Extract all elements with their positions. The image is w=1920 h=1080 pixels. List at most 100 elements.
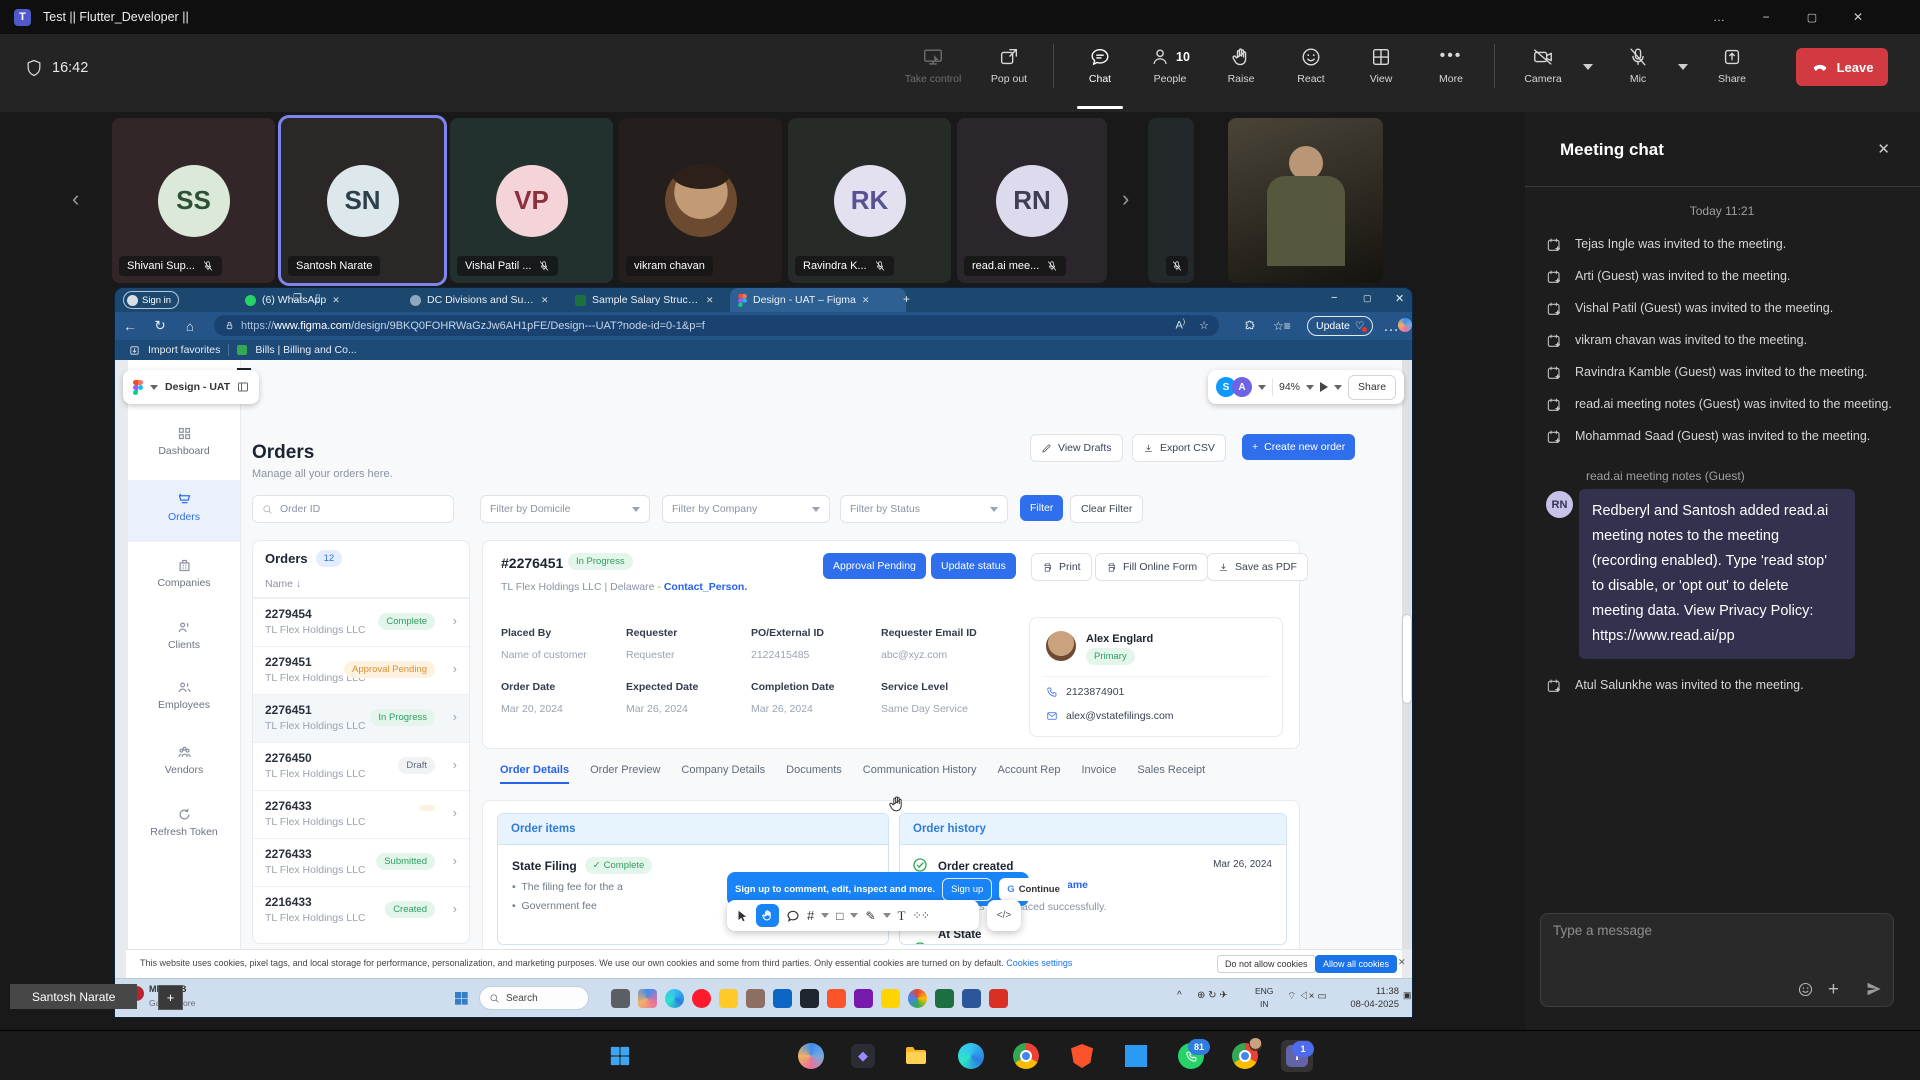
filter-domicile-select[interactable]: Filter by Domicile xyxy=(480,495,650,523)
dev-mode-toggle[interactable]: </> xyxy=(987,900,1021,931)
tab-invoice[interactable]: Invoice xyxy=(1081,764,1116,784)
share-label-expand-icon[interactable]: + xyxy=(158,985,183,1010)
cookies-settings-link[interactable]: Cookies settings xyxy=(1006,958,1072,968)
figma-file-menu[interactable]: Design - UAT xyxy=(123,370,259,404)
leave-button[interactable]: Leave xyxy=(1796,48,1888,86)
chat-close-icon[interactable]: ✕ xyxy=(1877,140,1890,158)
inner-status-icons[interactable]: ⌔ ◁× ▭ xyxy=(1287,990,1327,1003)
name-column-header[interactable]: Name ↓ xyxy=(253,576,469,598)
refresh-icon[interactable]: ↻ xyxy=(145,318,175,334)
whatsapp-icon[interactable]: 81 xyxy=(1175,1040,1207,1072)
sidebar-item-orders[interactable]: Orders xyxy=(128,492,240,523)
pen-tool-icon[interactable]: ✎ xyxy=(865,909,875,923)
chevron-down-icon[interactable] xyxy=(1334,385,1342,390)
tab-account-rep[interactable]: Account Rep xyxy=(998,764,1061,784)
browser-tab[interactable]: DC Divisions and Surroundings✕ xyxy=(402,288,568,312)
chrome-profile-icon[interactable] xyxy=(1229,1040,1261,1072)
app-icon-dark[interactable]: ◆ xyxy=(847,1040,879,1072)
tab-close-icon[interactable]: ✕ xyxy=(862,295,870,306)
inner-language-indicator[interactable]: ENGIN xyxy=(1255,985,1273,1011)
pdf-app-icon[interactable] xyxy=(989,989,1008,1008)
brave-app-icon[interactable] xyxy=(827,989,846,1008)
folder-app-icon[interactable] xyxy=(719,989,738,1008)
browser-menu-icon[interactable]: … xyxy=(1383,318,1399,336)
export-csv-button[interactable]: Export CSV xyxy=(1132,434,1226,462)
video-tile-partial[interactable] xyxy=(1148,118,1194,283)
view-drafts-button[interactable]: View Drafts xyxy=(1030,434,1123,462)
actions-tool-icon[interactable]: ⁘⁘ xyxy=(913,909,929,922)
new-tab-icon[interactable]: + xyxy=(903,292,910,306)
favorite-star-icon[interactable]: ☆ xyxy=(1199,319,1209,332)
camera-options-chevron-icon[interactable] xyxy=(1583,64,1593,70)
order-row[interactable]: 2276433TL Flex Holdings LLC › xyxy=(253,790,469,838)
contact-person-link[interactable]: Contact_Person. xyxy=(664,581,747,593)
chat-input-box[interactable]: + xyxy=(1540,913,1894,1007)
video-tile[interactable]: VP Vishal Patil ... xyxy=(450,118,613,283)
google-continue-button[interactable]: GContinue xyxy=(999,878,1068,901)
operagx-app-icon[interactable] xyxy=(800,989,819,1008)
sidebar-item-dashboard[interactable]: Dashboard xyxy=(128,426,240,457)
maximize-button[interactable]: ▢ xyxy=(1790,0,1834,34)
pop-out-button[interactable]: Pop out xyxy=(974,46,1044,85)
chrome-app-icon[interactable] xyxy=(908,989,927,1008)
extensions-icon[interactable] xyxy=(1243,320,1256,333)
todo-app-icon[interactable] xyxy=(881,989,900,1008)
comment-tool-icon[interactable] xyxy=(786,909,800,923)
inner-search-box[interactable]: Search xyxy=(479,986,589,1010)
send-icon[interactable] xyxy=(1865,980,1883,998)
emoji-icon[interactable] xyxy=(1797,981,1814,998)
filter-company-select[interactable]: Filter by Company xyxy=(662,495,830,523)
order-row[interactable]: 2276450TL Flex Holdings LLC Draft› xyxy=(253,742,469,790)
video-tile[interactable]: vikram chavan xyxy=(619,118,782,283)
browser-close-icon[interactable]: ✕ xyxy=(1395,292,1404,305)
browser-tab[interactable]: Sample Salary Structure with calc✕ xyxy=(567,288,733,312)
figma-share-button[interactable]: Share xyxy=(1348,375,1396,400)
hand-tool-icon[interactable] xyxy=(756,904,779,927)
chat-message-input[interactable] xyxy=(1551,922,1875,939)
teams-taskbar-icon[interactable]: T 1 xyxy=(1281,1040,1313,1072)
text-tool-icon[interactable]: T xyxy=(898,908,906,924)
sidebar-item-employees[interactable]: Employees xyxy=(128,680,240,711)
inner-clock[interactable]: 11:3808-04-2025 xyxy=(1341,985,1399,1011)
print-button[interactable]: Print xyxy=(1031,553,1092,581)
update-status-button[interactable]: Update status xyxy=(931,553,1016,579)
clear-filter-button[interactable]: Clear Filter xyxy=(1070,495,1143,523)
tab-communication-history[interactable]: Communication History xyxy=(863,764,977,784)
close-button[interactable]: ✕ xyxy=(1836,0,1880,34)
bookmark-item[interactable]: Import favorites xyxy=(148,344,220,356)
edge-app-icon[interactable] xyxy=(665,989,684,1008)
sidebar-item-refresh-token[interactable]: Refresh Token xyxy=(128,807,240,838)
chevron-down-icon[interactable] xyxy=(1258,385,1266,390)
inner-notification-icon[interactable]: ▣ xyxy=(1403,990,1412,1001)
browser-tab-active[interactable]: Design - UAT – Figma✕ xyxy=(730,288,906,312)
filter-button[interactable]: Filter xyxy=(1020,495,1063,521)
sidebar-item-companies[interactable]: Companies xyxy=(128,558,240,589)
order-row-selected[interactable]: 2276451TL Flex Holdings LLC In Progress› xyxy=(253,694,469,742)
order-row[interactable]: 2276433TL Flex Holdings LLC Submitted› xyxy=(253,838,469,886)
tab-order-details[interactable]: Order Details xyxy=(500,764,569,784)
filter-status-select[interactable]: Filter by Status xyxy=(840,495,1008,523)
filmstrip-prev-icon[interactable]: ‹ xyxy=(72,186,79,212)
tab-close-icon[interactable]: ✕ xyxy=(332,295,340,306)
vscode-icon[interactable] xyxy=(1120,1040,1152,1072)
video-tile[interactable]: SS Shivani Sup... xyxy=(112,118,275,283)
deny-cookies-button[interactable]: Do not allow cookies xyxy=(1217,955,1316,973)
tab-close-icon[interactable]: ✕ xyxy=(706,295,714,306)
sidebar-item-vendors[interactable]: Vendors xyxy=(128,745,240,776)
brave-icon[interactable] xyxy=(1066,1040,1098,1072)
collaborator-avatar[interactable]: A xyxy=(1232,377,1252,397)
chat-button[interactable]: Chat xyxy=(1065,46,1135,85)
minimize-button[interactable]: − xyxy=(1744,0,1788,34)
mic-button[interactable]: Mic xyxy=(1603,46,1673,85)
inner-tray-chevron-icon[interactable]: ^ xyxy=(1177,990,1182,1001)
tab-sales-receipt[interactable]: Sales Receipt xyxy=(1137,764,1205,784)
tab-order-preview[interactable]: Order Preview xyxy=(590,764,660,784)
scrollbar-thumb[interactable] xyxy=(1403,615,1411,703)
read-aloud-icon[interactable]: A) xyxy=(1175,319,1185,332)
chat-message-list[interactable]: Today 11:21 Tejas Ingle was invited to t… xyxy=(1546,204,1898,709)
zoom-level[interactable]: 94% xyxy=(1279,381,1300,393)
sidebar-item-clients[interactable]: Clients xyxy=(128,620,240,651)
browser-maximize-icon[interactable]: ▢ xyxy=(1363,293,1372,304)
video-tile-photo[interactable] xyxy=(1228,118,1383,283)
approval-pending-button[interactable]: Approval Pending xyxy=(823,553,926,579)
